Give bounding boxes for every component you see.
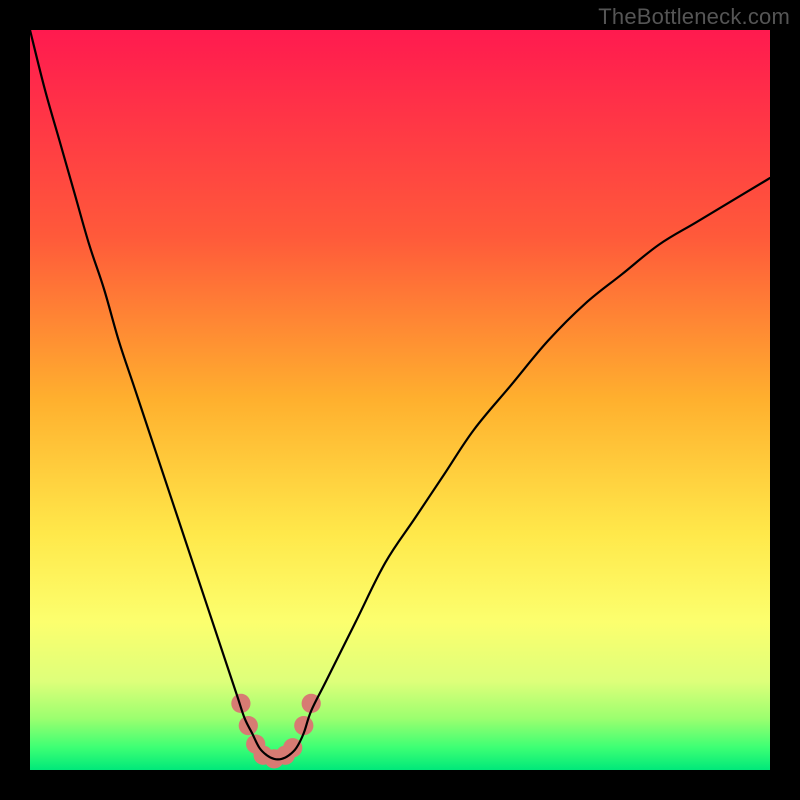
bottleneck-chart — [0, 0, 800, 800]
plot-background — [30, 30, 770, 770]
watermark-text: TheBottleneck.com — [598, 4, 790, 30]
chart-frame: TheBottleneck.com — [0, 0, 800, 800]
